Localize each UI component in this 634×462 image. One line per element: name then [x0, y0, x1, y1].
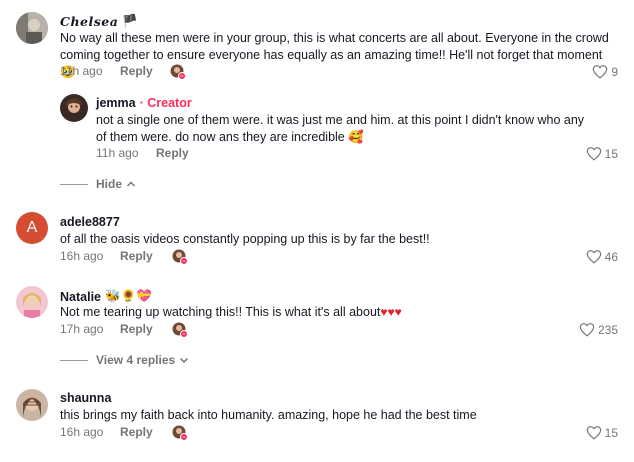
username[interactable]: adele8877 [60, 215, 120, 229]
comment-meta: 11h ago Reply [96, 146, 189, 160]
avatar[interactable]: A [16, 212, 48, 244]
emoji-badges: 🐝🌻💝 [105, 289, 152, 303]
creator-badge: · Creator [139, 96, 192, 110]
timestamp: 11h ago [96, 146, 139, 160]
reply-button[interactable]: Reply [120, 249, 153, 263]
timestamp: 11h ago [60, 64, 103, 78]
username[interactable]: Chelsea 🏴 [60, 14, 138, 29]
username[interactable]: Natalie 🐝🌻💝 [60, 289, 152, 304]
like-count: 15 [604, 425, 618, 440]
reply-button[interactable]: Reply [156, 146, 189, 160]
divider [60, 359, 88, 361]
like-count: 9 [611, 64, 618, 79]
chevron-down-icon [180, 357, 189, 364]
like-button[interactable]: 9 [592, 64, 618, 79]
comment-meta: 16h ago Reply [60, 425, 153, 439]
avatar-photo-icon [16, 389, 48, 421]
comment-meta: 11h ago Reply [60, 64, 153, 78]
creator-liked-avatar-icon [172, 425, 188, 441]
chevron-up-icon [126, 181, 136, 187]
timestamp: 16h ago [60, 249, 104, 263]
like-button[interactable]: 46 [586, 249, 618, 264]
avatar[interactable] [16, 389, 48, 421]
heart-outline-icon [586, 426, 601, 440]
creator-liked-avatar-icon [172, 249, 188, 265]
hearts-emoji-icon: ♥♥♥ [380, 305, 402, 319]
view-replies-button[interactable]: View 4 replies [60, 353, 189, 367]
comment-text: of all the oasis videos constantly poppi… [60, 232, 430, 246]
comment-meta: 16h ago Reply [60, 249, 153, 263]
heart-outline-icon [593, 65, 608, 79]
creator-liked-avatar-icon [172, 322, 188, 338]
reply-button[interactable]: Reply [120, 64, 153, 78]
avatar[interactable] [60, 94, 88, 122]
reply-button[interactable]: Reply [120, 322, 153, 336]
like-button[interactable]: 15 [586, 425, 618, 440]
comment-text: Not me tearing up watching this!! This i… [60, 305, 402, 319]
creator-liked-avatar-icon [170, 64, 186, 80]
divider [60, 183, 88, 185]
like-count: 46 [604, 249, 618, 264]
like-count: 15 [604, 146, 618, 161]
heart-outline-icon [586, 250, 601, 264]
comment-meta: 17h ago Reply [60, 322, 153, 336]
timestamp: 17h ago [60, 322, 104, 336]
username[interactable]: jemma · Creator [96, 96, 192, 110]
avatar-photo-icon [16, 12, 48, 44]
comment-text: not a single one of them were. it was ju… [96, 113, 585, 144]
like-button[interactable]: 235 [579, 322, 618, 337]
hide-replies-button[interactable]: Hide [60, 177, 136, 191]
heart-outline-icon [586, 147, 601, 161]
flag-icon: 🏴 [122, 14, 138, 28]
timestamp: 16h ago [60, 425, 104, 439]
avatar[interactable] [16, 286, 48, 318]
avatar[interactable] [16, 12, 48, 44]
comment-text: this brings my faith back into humanity.… [60, 408, 477, 422]
like-button[interactable]: 15 [586, 146, 618, 161]
reply-button[interactable]: Reply [120, 425, 153, 439]
avatar-photo-icon [60, 94, 88, 122]
avatar-photo-icon [16, 286, 48, 318]
username[interactable]: shaunna [60, 391, 111, 405]
heart-outline-icon [579, 323, 595, 337]
like-count: 235 [597, 322, 618, 337]
